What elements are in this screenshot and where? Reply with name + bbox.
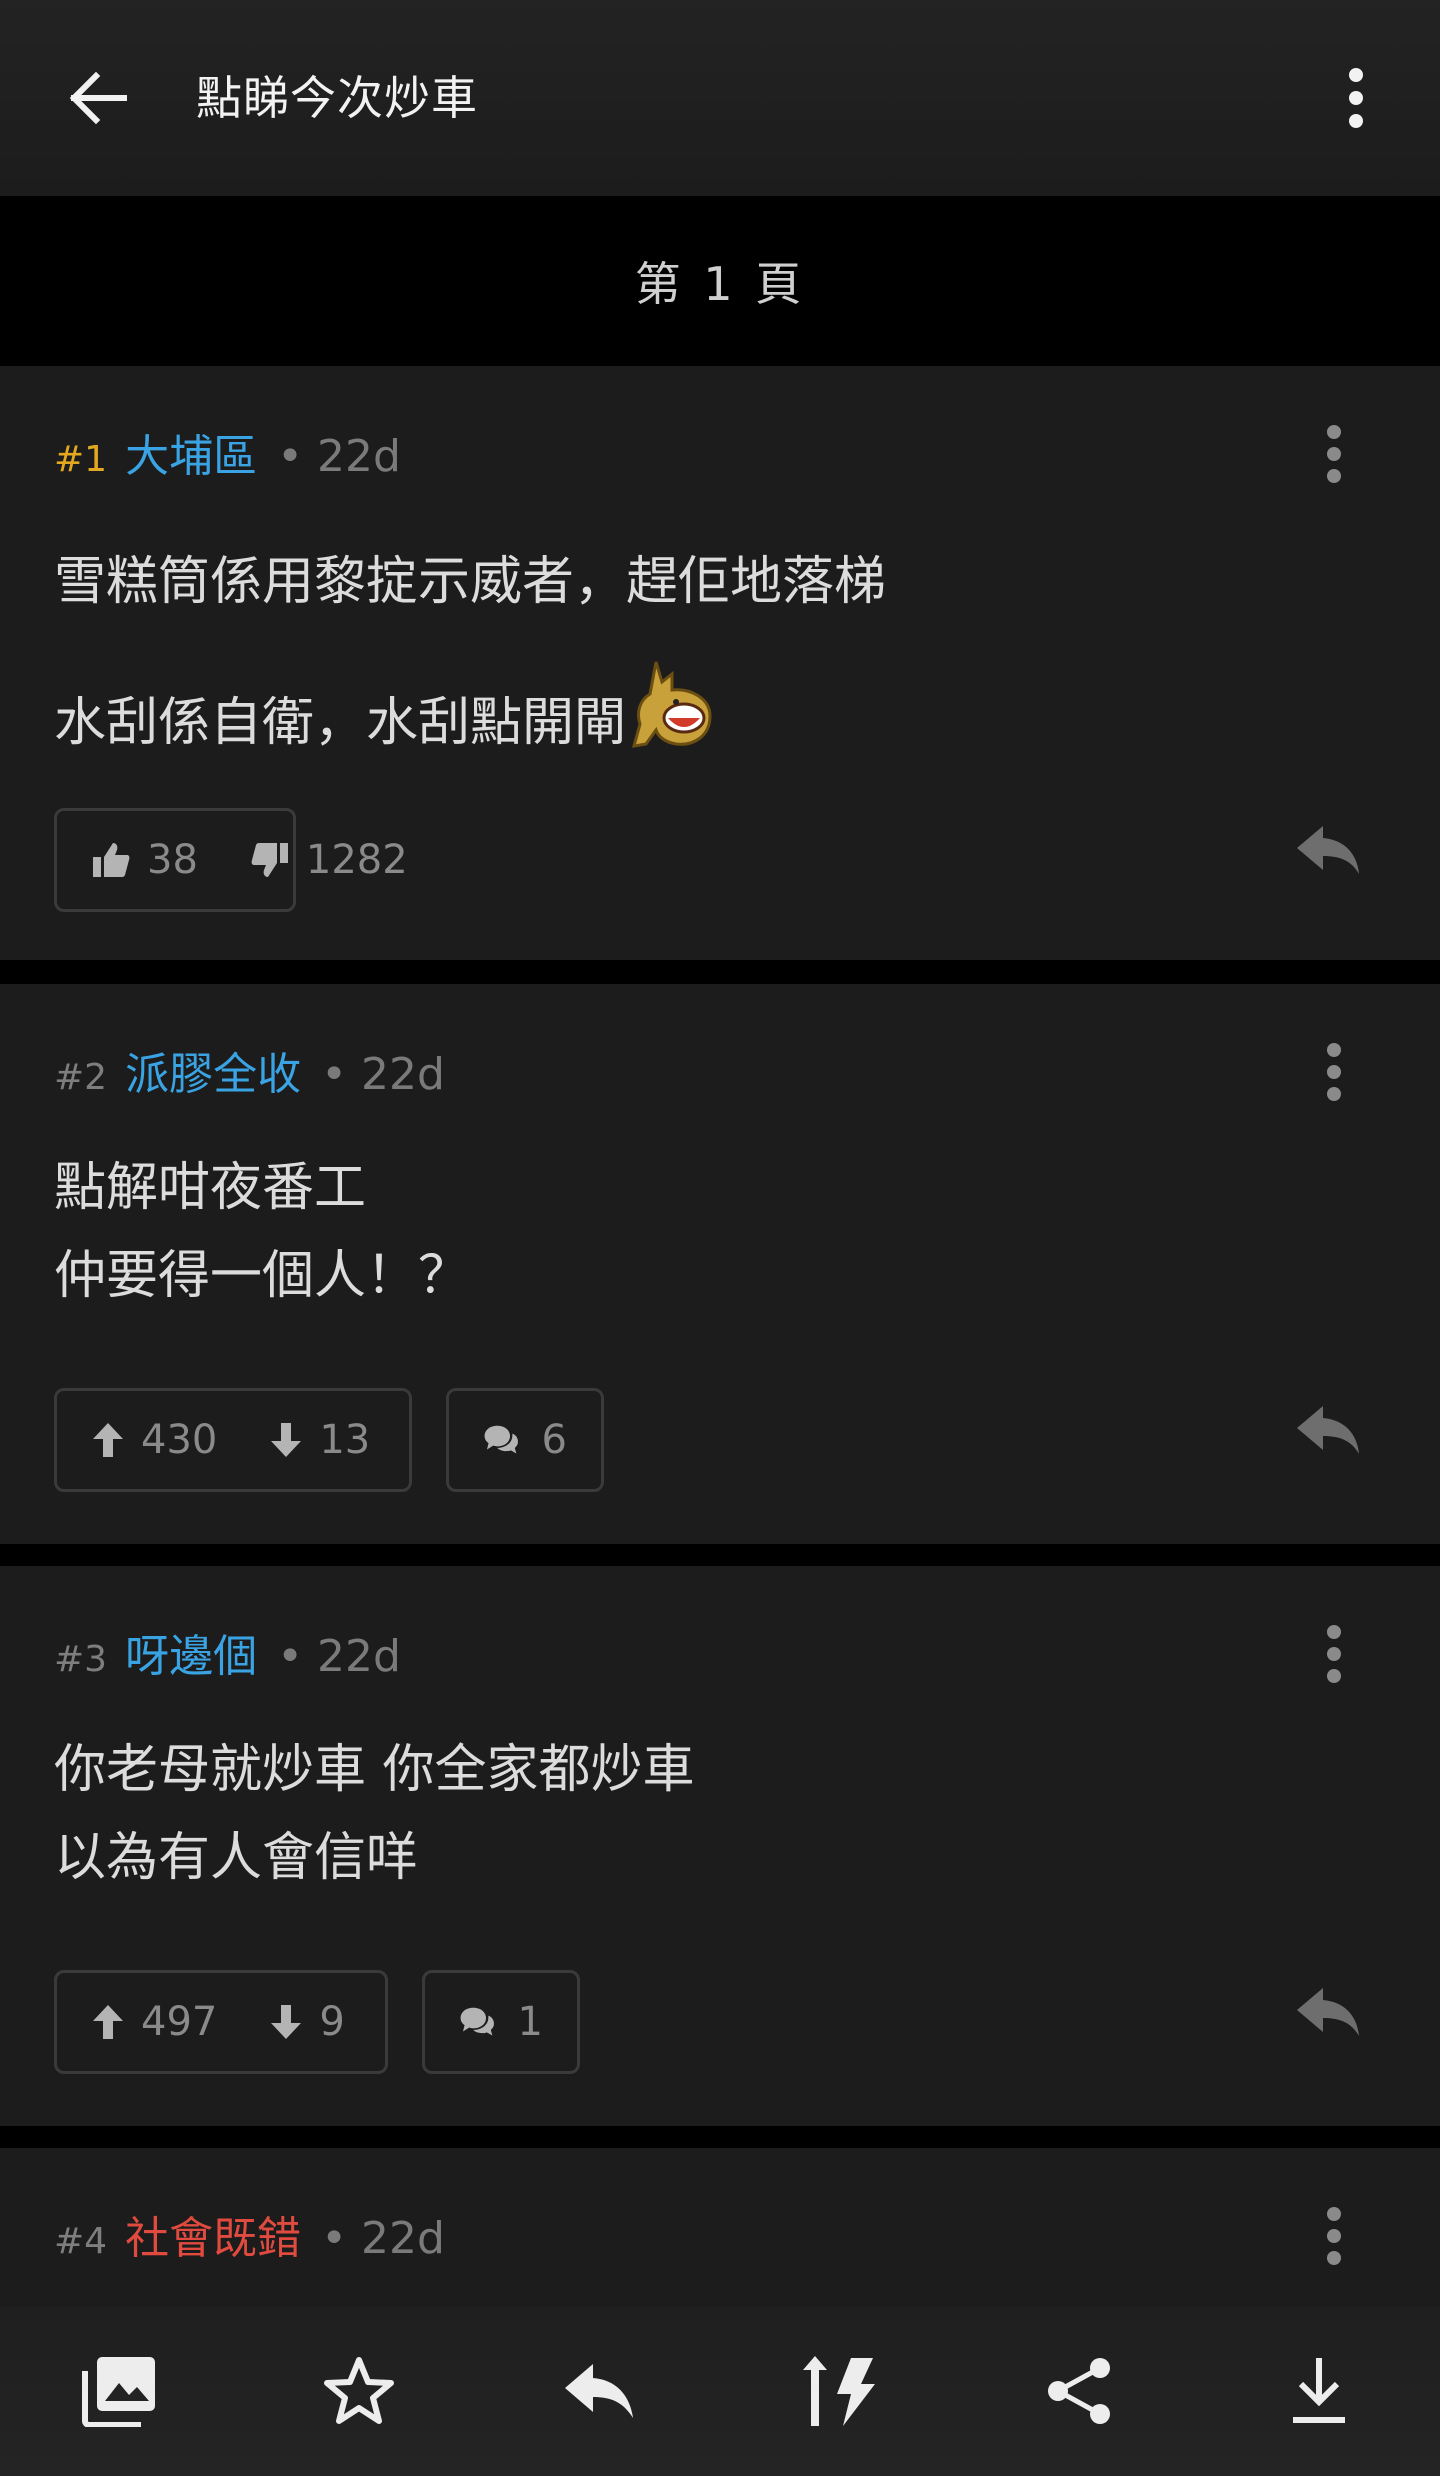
post-number: #4 <box>54 2221 108 2262</box>
post-time: • 22d <box>277 431 401 482</box>
upvote-count: 430 <box>141 1417 218 1463</box>
post-time: • 22d <box>277 1631 401 1682</box>
comments-icon <box>484 1425 518 1454</box>
comments-button[interactable]: 6 <box>446 1388 604 1492</box>
comments-icon <box>460 2007 494 2036</box>
post-number: #3 <box>54 1639 108 1680</box>
post-card: #3 呀邊個 • 22d 你老母就炒車 你全家都炒車 以為有人會信咩 497 9 <box>0 1566 1440 2126</box>
arrow-down-icon <box>271 1423 302 1457</box>
gallery-icon[interactable] <box>74 2346 164 2436</box>
comment-count: 1 <box>517 1999 543 2045</box>
post-line: 你老母就炒車 你全家都炒車 <box>54 1740 695 1800</box>
post-username[interactable]: 社會既錯 <box>125 2202 301 2266</box>
post-line-with-emoji: 水刮係自衛，水刮點開閘 <box>54 660 886 767</box>
post-time: • 22d <box>321 2213 445 2264</box>
star-icon[interactable] <box>314 2346 404 2436</box>
comment-count: 6 <box>541 1417 567 1463</box>
back-arrow-icon[interactable] <box>60 60 136 136</box>
dislike-button[interactable]: 1282 <box>250 837 408 883</box>
post-time: • 22d <box>321 1049 445 1100</box>
post-line: 仲要得一個人！？ <box>54 1246 471 1306</box>
upvote-button[interactable]: 497 <box>91 1999 217 2045</box>
post-number: #2 <box>54 1057 108 1098</box>
thumbs-up-icon <box>93 843 130 877</box>
post-content: 你老母就炒車 你全家都炒車 以為有人會信咩 <box>54 1726 695 1902</box>
reply-icon[interactable] <box>1288 1390 1368 1470</box>
laughing-pig-emoji-icon <box>631 660 714 750</box>
share-icon[interactable] <box>1034 2346 1124 2436</box>
post-card: #2 派膠全收 • 22d 點解咁夜番工 仲要得一個人！？ 430 13 6 <box>0 984 1440 1544</box>
downvote-button[interactable]: 13 <box>269 1417 370 1463</box>
post-username[interactable]: 派膠全收 <box>125 1038 301 1102</box>
arrow-up-icon <box>93 2005 123 2039</box>
arrow-up-icon <box>93 1423 123 1457</box>
post-number: #1 <box>54 439 108 480</box>
upvote-button[interactable]: 430 <box>91 1417 217 1463</box>
post-line: 雪糕筒係用黎掟示威者，趕佢地落梯 <box>54 552 887 612</box>
upvote-count: 497 <box>141 1999 218 2045</box>
post-header: #2 派膠全收 • 22d <box>54 1038 445 1102</box>
more-vert-icon[interactable] <box>1320 60 1392 136</box>
top-app-bar: 點睇今次炒車 <box>0 0 1440 196</box>
post-more-icon[interactable] <box>1300 1618 1368 1690</box>
vote-box: 497 9 <box>54 1970 388 2074</box>
thread-screen: 點睇今次炒車 第 1 頁 #1 大埔區 • 22d 雪糕筒係用黎掟示威者，趕佢地… <box>0 0 1440 2476</box>
post-content: 點解咁夜番工 仲要得一個人！？ <box>54 1144 470 1320</box>
post-content: 雪糕筒係用黎掟示威者，趕佢地落梯 水刮係自衛，水刮點開閘 <box>54 538 886 767</box>
reply-icon[interactable] <box>554 2346 644 2436</box>
post-header: #1 大埔區 • 22d <box>54 420 401 484</box>
arrow-down-icon <box>271 2005 302 2039</box>
post-header: #3 呀邊個 • 22d <box>54 1620 401 1684</box>
downvote-button[interactable]: 9 <box>269 1999 345 2045</box>
post-username[interactable]: 呀邊個 <box>125 1620 257 1684</box>
post-username[interactable]: 大埔區 <box>125 420 257 484</box>
post-line: 點解咁夜番工 <box>54 1158 367 1218</box>
reply-icon[interactable] <box>1288 1972 1368 2052</box>
downvote-count: 9 <box>319 1999 345 2045</box>
vote-box: 38 1282 <box>54 808 408 912</box>
post-line: 以為有人會信咩 <box>54 1828 419 1888</box>
download-icon[interactable] <box>1274 2346 1364 2436</box>
reply-icon[interactable] <box>1288 810 1368 890</box>
thumbs-down-icon <box>251 843 288 877</box>
post-card: #1 大埔區 • 22d 雪糕筒係用黎掟示威者，趕佢地落梯 水刮係自衛，水刮點開… <box>0 366 1440 960</box>
post-header: #4 社會既錯 • 22d <box>54 2202 445 2266</box>
thread-title: 點睇今次炒車 <box>196 71 478 125</box>
downvote-count: 13 <box>319 1417 371 1463</box>
post-more-icon[interactable] <box>1300 1036 1368 1108</box>
sort-flash-icon[interactable] <box>794 2346 884 2436</box>
post-more-icon[interactable] <box>1300 2200 1368 2272</box>
bottom-toolbar <box>0 2306 1440 2476</box>
like-button[interactable]: 38 <box>91 837 198 883</box>
dislike-count: 1282 <box>305 837 408 883</box>
page-number-label: 第 1 頁 <box>0 196 1440 366</box>
comments-button[interactable]: 1 <box>422 1970 580 2074</box>
like-count: 38 <box>147 837 198 883</box>
vote-box: 430 13 <box>54 1388 412 1492</box>
post-more-icon[interactable] <box>1300 418 1368 490</box>
post-line: 水刮係自衛，水刮點開閘 <box>54 693 627 753</box>
